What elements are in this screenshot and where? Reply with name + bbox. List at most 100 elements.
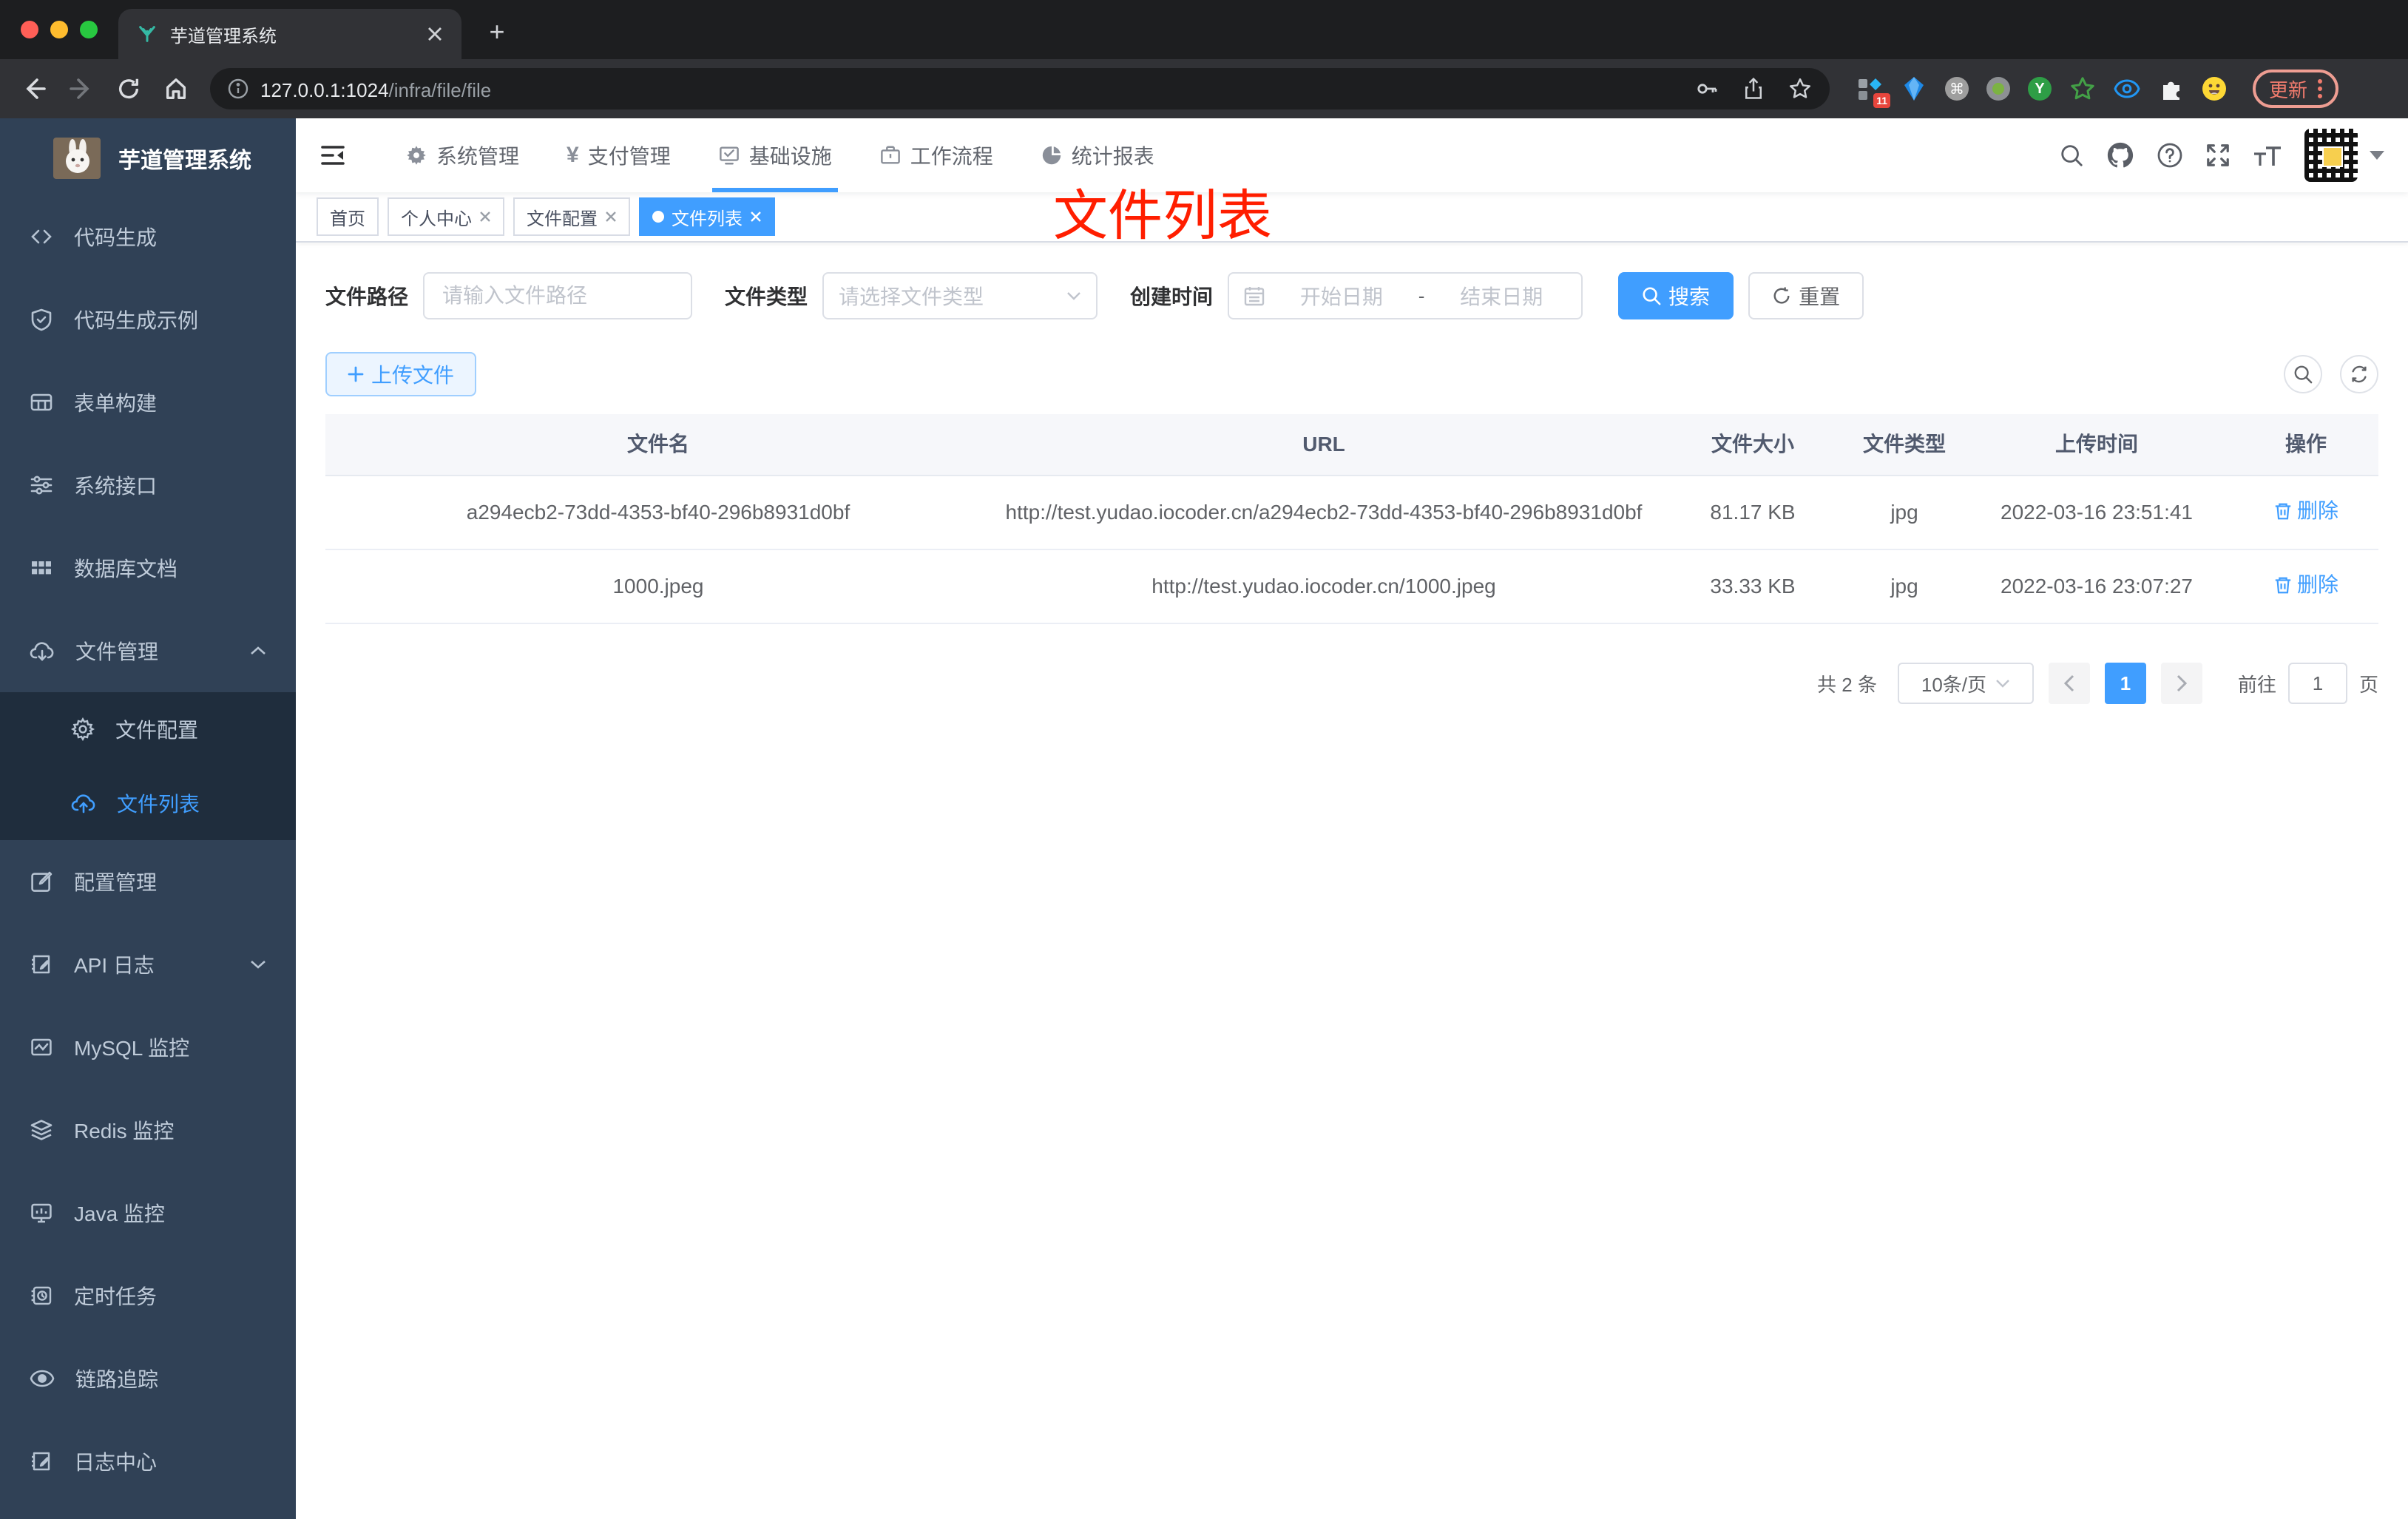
github-icon[interactable] (2106, 141, 2134, 169)
sidebar-item-scheduled-tasks[interactable]: 定时任务 (0, 1254, 296, 1337)
reset-button[interactable]: 重置 (1748, 272, 1864, 319)
topnav-item-workflow[interactable]: 工作流程 (856, 118, 1017, 192)
sidebar-item-file-list[interactable]: 文件列表 (0, 766, 296, 840)
close-window-button[interactable] (21, 21, 38, 38)
sidebar-item-file-config[interactable]: 文件配置 (0, 692, 296, 766)
tag-file-config[interactable]: 文件配置 (513, 197, 630, 236)
sidebar-logo[interactable]: 芋道管理系统 (0, 121, 296, 195)
tags-view-bar: 首页 个人中心 文件配置 文件列表 (296, 192, 2408, 243)
extension-y-icon[interactable]: Y (2028, 77, 2052, 101)
log-edit-icon (30, 953, 53, 976)
file-type-select[interactable]: 请选择文件类型 (822, 272, 1098, 319)
tag-close-icon[interactable] (479, 211, 491, 223)
password-key-icon[interactable] (1695, 77, 1719, 101)
sidebar-item-redis-monitor[interactable]: Redis 监控 (0, 1089, 296, 1171)
sidebar-fold-icon[interactable] (296, 118, 370, 192)
cell-action: 删除 (2233, 550, 2378, 623)
sidebar-item-mysql-monitor[interactable]: MySQL 监控 (0, 1006, 296, 1089)
delete-button[interactable]: 删除 (2273, 568, 2338, 602)
browser-update-button[interactable]: 更新 (2253, 70, 2339, 108)
gear-icon (71, 717, 95, 741)
log-center-icon (30, 1449, 53, 1473)
site-info-icon[interactable] (228, 78, 248, 99)
topnav-item-payment[interactable]: ¥ 支付管理 (543, 118, 694, 192)
share-icon[interactable] (1742, 77, 1765, 101)
reload-button[interactable] (109, 70, 148, 108)
address-bar[interactable]: 127.0.0.1:1024/infra/file/file (210, 68, 1830, 109)
sidebar-item-tracing[interactable]: 链路追踪 (0, 1337, 296, 1420)
extension-tampermonkey-icon[interactable]: 11 (1856, 75, 1890, 108)
sidebar-item-label: 系统接口 (74, 475, 158, 498)
goto-page-input[interactable] (2287, 663, 2347, 704)
new-tab-button[interactable]: + (479, 16, 515, 47)
extension-dot-icon[interactable] (1986, 77, 2010, 101)
toggle-search-button[interactable] (2284, 355, 2322, 393)
search-button[interactable]: 搜索 (1618, 272, 1734, 319)
active-tag-dot (652, 211, 664, 223)
tab-strip: 芋道管理系统 + (0, 0, 2408, 59)
upload-file-button[interactable]: 上传文件 (325, 352, 477, 396)
sidebar-item-form-builder[interactable]: 表单构建 (0, 361, 296, 444)
page-number-1[interactable]: 1 (2104, 663, 2146, 704)
home-button[interactable] (157, 70, 195, 108)
sidebar-item-api-log[interactable]: API 日志 (0, 923, 296, 1006)
fullscreen-icon[interactable] (2205, 143, 2231, 168)
col-header-filename: 文件名 (626, 433, 689, 456)
file-path-input[interactable] (423, 272, 693, 319)
topnav-item-system[interactable]: 系统管理 (382, 118, 543, 192)
sidebar-item-label: 链路追踪 (75, 1368, 159, 1391)
font-size-icon[interactable] (2253, 143, 2282, 167)
tag-label: 文件配置 (527, 209, 598, 229)
sidebar-item-file-manage[interactable]: 文件管理 (0, 609, 296, 692)
window-controls[interactable] (21, 21, 98, 38)
navbar-actions (2059, 129, 2384, 182)
zoom-window-button[interactable] (80, 21, 98, 38)
trash-icon (2273, 575, 2293, 595)
sidebar-item-code-demo[interactable]: 代码生成示例 (0, 278, 296, 361)
search-icon[interactable] (2059, 143, 2084, 168)
topnav-item-infra[interactable]: 基础设施 (694, 118, 856, 192)
sidebar-item-db-doc[interactable]: 数据库文档 (0, 527, 296, 609)
refresh-table-button[interactable] (2340, 355, 2378, 393)
topnav-label: 统计报表 (1071, 145, 1154, 168)
logo-rabbit-image (53, 138, 101, 179)
sidebar-item-code-gen[interactable]: 代码生成 (0, 195, 296, 278)
sidebar-item-system-api[interactable]: 系统接口 (0, 444, 296, 527)
tab-close-icon[interactable] (423, 22, 447, 46)
col-header-action: 操作 (2284, 433, 2327, 456)
delete-button[interactable]: 删除 (2273, 494, 2338, 528)
topnav-item-report[interactable]: 统计报表 (1017, 118, 1178, 192)
help-icon[interactable] (2157, 142, 2183, 169)
extension-command-icon[interactable]: ⌘ (1945, 77, 1969, 101)
user-menu[interactable] (2304, 129, 2384, 182)
sidebar-item-config-manage[interactable]: 配置管理 (0, 840, 296, 923)
sidebar-item-log-center[interactable]: 日志中心 (0, 1420, 296, 1503)
chart-monitor-icon (30, 1035, 53, 1059)
forward-button[interactable] (62, 70, 101, 108)
tag-file-list[interactable]: 文件列表 (639, 197, 775, 236)
browser-tab[interactable]: 芋道管理系统 (118, 9, 461, 59)
browser-menu-icon[interactable] (2318, 79, 2323, 98)
extension-puzzle-icon[interactable] (2158, 75, 2185, 102)
sidebar-item-label: API 日志 (74, 954, 155, 977)
sidebar-item-label: 配置管理 (74, 871, 158, 894)
extension-star-icon[interactable] (2069, 75, 2096, 102)
sidebar-item-java-monitor[interactable]: Java 监控 (0, 1171, 296, 1254)
next-page-button[interactable] (2160, 663, 2202, 704)
minimize-window-button[interactable] (50, 21, 68, 38)
tag-home[interactable]: 首页 (317, 197, 379, 236)
bookmark-star-icon[interactable] (1788, 77, 1812, 101)
table-row: 1000.jpeg http://test.yudao.iocoder.cn/1… (325, 550, 2378, 624)
tag-profile[interactable]: 个人中心 (388, 197, 504, 236)
extension-eye-icon[interactable] (2114, 75, 2140, 102)
yen-icon: ¥ (567, 143, 579, 167)
page-size-select[interactable]: 10条/页 (1897, 663, 2034, 704)
tag-close-icon[interactable] (750, 211, 762, 223)
back-button[interactable] (15, 70, 53, 108)
extension-gem-icon[interactable] (1901, 75, 1927, 102)
col-header-url: URL (1302, 433, 1345, 456)
tag-close-icon[interactable] (605, 211, 617, 223)
extension-emoji-icon[interactable] (2202, 77, 2226, 101)
date-range-picker[interactable]: 开始日期 - 结束日期 (1228, 272, 1583, 319)
prev-page-button[interactable] (2048, 663, 2090, 704)
